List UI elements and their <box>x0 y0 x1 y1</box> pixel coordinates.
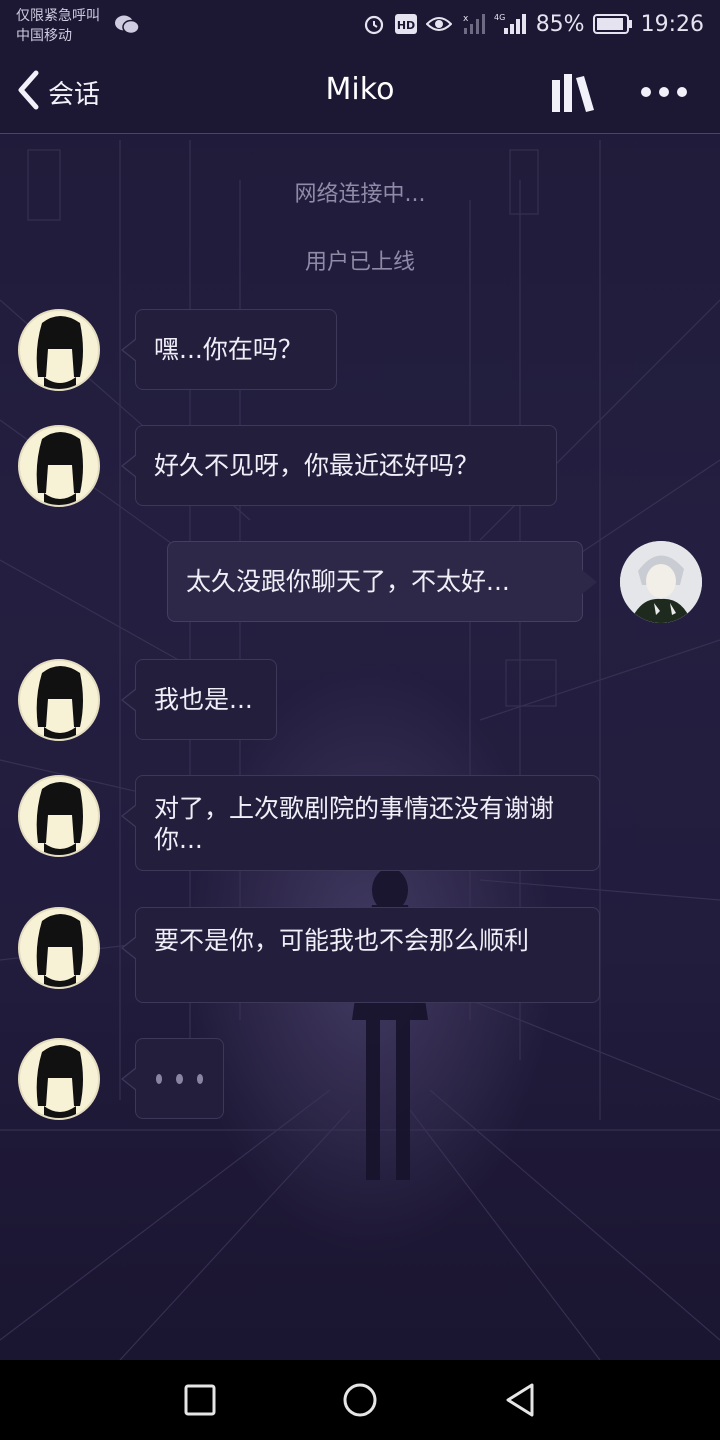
no-signal-icon: x <box>460 12 486 36</box>
wechat-icon <box>114 14 140 40</box>
back-button[interactable]: 会话 <box>16 70 100 114</box>
alarm-icon <box>362 12 386 36</box>
message-bubble[interactable]: 嘿...你在吗？ <box>121 309 337 390</box>
library-icon <box>548 74 600 120</box>
more-icon <box>634 87 694 112</box>
triangle-back-icon <box>500 1383 540 1424</box>
miko-avatar[interactable] <box>18 659 100 741</box>
message-text: 太久没跟你聊天了，不太好... <box>186 567 510 596</box>
carrier-name: 中国移动 <box>16 28 72 44</box>
user-online-message: 用户已上线 <box>304 250 415 275</box>
miko-avatar[interactable] <box>18 907 100 989</box>
message-text: 对了，上次歌剧院的事情还没有谢谢你... <box>154 794 555 854</box>
status-icons: HD x 4G 85% 19:26 <box>362 8 704 40</box>
message-bubble[interactable]: 好久不见呀，你最近还好吗？ <box>121 425 557 506</box>
emergency-only-text: 仅限紧急呼叫 <box>16 8 100 24</box>
network-status-message: 网络连接中... <box>294 182 426 207</box>
carrier-info: 仅限紧急呼叫 中国移动 <box>16 6 100 46</box>
miko-avatar[interactable] <box>18 775 100 857</box>
svg-text:HD: HD <box>397 19 415 32</box>
chat-header: 会话 Miko <box>0 50 720 134</box>
svg-text:x: x <box>463 14 469 24</box>
message-text: 好久不见呀，你最近还好吗？ <box>154 451 480 480</box>
typing-dot <box>176 1074 183 1084</box>
my-message-bubble[interactable]: 太久没跟你聊天了，不太好... <box>167 541 597 622</box>
signal-4g-icon: 4G <box>494 12 528 36</box>
miko-avatar[interactable] <box>18 425 100 507</box>
svg-text:4G: 4G <box>494 13 505 22</box>
status-bar: 仅限紧急呼叫 中国移动 HD x 4G 85% 19:26 <box>0 0 720 50</box>
square-icon <box>180 1384 220 1424</box>
home-button[interactable] <box>340 1380 380 1420</box>
battery-icon <box>592 13 633 35</box>
chevron-left-icon <box>16 70 40 114</box>
system-navigation-bar <box>0 1360 720 1440</box>
message-text: 嘿...你在吗？ <box>154 335 303 364</box>
chat-title: Miko <box>325 72 395 107</box>
message-bubble[interactable]: 对了，上次歌剧院的事情还没有谢谢你... <box>121 775 600 871</box>
back-label: 会话 <box>48 79 101 110</box>
circle-icon <box>340 1383 380 1424</box>
my-avatar-image <box>620 541 702 623</box>
my-avatar[interactable] <box>620 541 702 623</box>
hd-icon: HD <box>394 13 418 35</box>
battery-percent: 85% <box>535 11 585 37</box>
typing-dot <box>156 1074 163 1084</box>
back-nav-button[interactable] <box>500 1380 540 1420</box>
recent-apps-button[interactable] <box>180 1380 220 1420</box>
eye-comfort-icon <box>425 14 452 34</box>
typing-dots <box>154 1063 205 1095</box>
more-button[interactable] <box>634 76 694 108</box>
library-button[interactable] <box>548 68 600 116</box>
typing-indicator-bubble <box>121 1038 224 1119</box>
message-text: 要不是你，可能我也不会那么顺利 <box>154 926 530 955</box>
message-bubble[interactable]: 要不是你，可能我也不会那么顺利 <box>121 907 600 1003</box>
typing-dot <box>196 1074 203 1084</box>
message-text: 我也是... <box>154 685 253 714</box>
clock: 19:26 <box>640 11 704 37</box>
miko-avatar[interactable] <box>18 309 100 391</box>
miko-avatar[interactable] <box>18 1038 100 1120</box>
message-bubble[interactable]: 我也是... <box>121 659 277 740</box>
